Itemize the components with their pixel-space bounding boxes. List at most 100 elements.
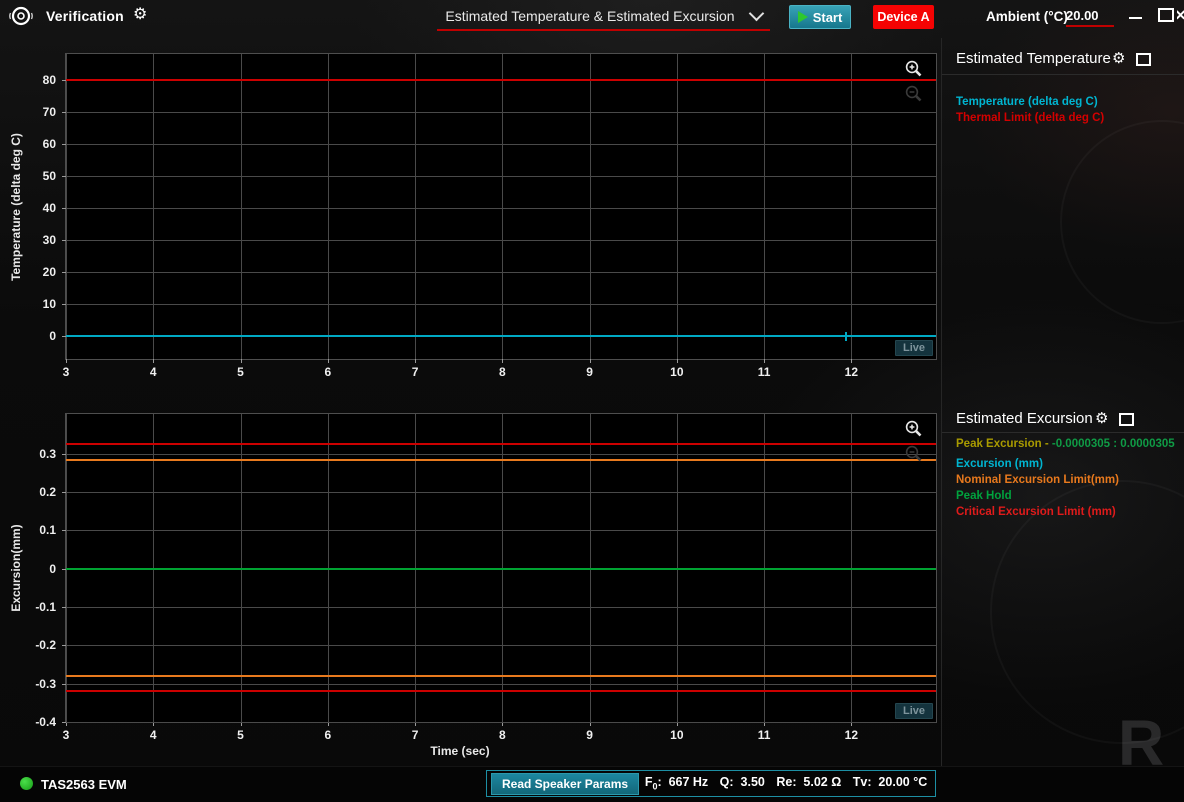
- y-tick-label: 40: [42, 201, 56, 216]
- gridline: [66, 492, 936, 494]
- y-tick-mark: [62, 530, 66, 532]
- series-line: [66, 443, 936, 446]
- minimize-button[interactable]: [1121, 0, 1149, 30]
- x-tick-label: 7: [411, 365, 419, 379]
- settings-gear-icon[interactable]: ⚙: [133, 7, 147, 23]
- legend-item-thermal-limit: Thermal Limit (delta deg C): [956, 112, 1105, 124]
- speaker-params: F0: 667 Hz Q: 3.50 Re: 5.02 Ω Tv: 20.00 °C: [639, 775, 933, 792]
- chevron-down-icon: [748, 5, 764, 22]
- start-button[interactable]: Start: [789, 5, 851, 29]
- gridline: [66, 683, 936, 685]
- x-tick-mark: [502, 359, 504, 363]
- y-tick-mark: [62, 240, 66, 242]
- excursion-panel-gear-icon[interactable]: ⚙: [1095, 411, 1108, 427]
- x-tick-mark: [851, 359, 853, 363]
- y-tick-label: 0.1: [39, 523, 56, 538]
- y-tick-label: 70: [42, 105, 56, 120]
- live-button[interactable]: Live: [894, 703, 933, 719]
- maximize-icon: [1158, 8, 1174, 22]
- live-button[interactable]: Live: [894, 340, 933, 356]
- close-button[interactable]: ✕: [1177, 0, 1184, 30]
- legend-item-temperature: Temperature (delta deg C): [956, 96, 1098, 108]
- x-tick-mark: [240, 359, 242, 363]
- y-tick-label: 30: [42, 233, 56, 248]
- zoom-out-icon[interactable]: [904, 444, 924, 464]
- x-tick-label: 7: [411, 728, 419, 742]
- x-tick-label: 5: [237, 728, 244, 742]
- zoom-out-icon[interactable]: [904, 84, 924, 104]
- device-a-button[interactable]: Device A: [873, 5, 934, 29]
- maximize-button[interactable]: [1153, 0, 1179, 30]
- x-tick-label: 10: [670, 365, 684, 379]
- y-tick-mark: [62, 208, 66, 210]
- gridline: [66, 144, 936, 146]
- x-tick-label: 3: [62, 728, 70, 742]
- series-line: [66, 689, 936, 692]
- x-tick-label: 5: [237, 365, 244, 379]
- param-readout: F0: 667 Hz: [644, 775, 709, 792]
- temperature-panel-popout-icon[interactable]: [1136, 53, 1151, 66]
- param-readout: Re: 5.02 Ω: [776, 775, 842, 790]
- y-tick-mark: [62, 176, 66, 178]
- status-bar: TAS2563 EVM Read Speaker Params F0: 667 …: [0, 766, 1184, 802]
- x-tick-label: 8: [498, 365, 506, 379]
- y-tick-label: -0.3: [35, 676, 56, 691]
- panel-divider: [941, 38, 942, 766]
- y-tick-label: -0.4: [35, 715, 56, 729]
- y-tick-mark: [62, 453, 66, 455]
- gridline: [66, 607, 936, 609]
- y-tick-mark: [62, 272, 66, 274]
- view-selector-label: Estimated Temperature & Estimated Excurs…: [445, 8, 735, 24]
- gridline: [327, 54, 329, 359]
- x-tick-label: 11: [757, 728, 771, 742]
- x-tick-label: 6: [324, 728, 332, 742]
- gridline: [589, 54, 591, 359]
- x-tick-mark: [66, 359, 67, 363]
- series-spike: [845, 331, 848, 341]
- zoom-in-icon[interactable]: [904, 59, 924, 79]
- x-tick-label: 10: [670, 728, 684, 742]
- ambient-input[interactable]: 20.00: [1066, 8, 1114, 27]
- peak-excursion-value: -0.0000305 : 0.0000305: [1051, 438, 1175, 450]
- x-tick-label: 12: [844, 365, 859, 379]
- y-tick-label: 60: [42, 137, 56, 152]
- temperature-plot-area[interactable]: 3 4 5 6 7 8 9 10 11 12 80 70 60 50 40 30 20 10 0 Live: [43, 53, 937, 379]
- peak-excursion-readout: Peak Excursion - -0.0000305 : 0.0000305: [956, 438, 1175, 450]
- temperature-panel-gear-icon[interactable]: ⚙: [1112, 51, 1125, 67]
- gridline: [415, 54, 417, 359]
- y-tick-mark: [62, 607, 66, 609]
- zoom-in-icon[interactable]: [904, 419, 924, 439]
- background-art-ring: [1060, 120, 1184, 324]
- excursion-panel-title: Estimated Excursion: [956, 410, 1093, 427]
- gridline: [66, 208, 936, 210]
- series-line: [66, 79, 936, 82]
- series-line: [66, 334, 936, 337]
- x-tick-label: 8: [498, 728, 506, 742]
- gridline: [66, 176, 936, 178]
- excursion-panel-popout-icon[interactable]: [1119, 413, 1134, 426]
- x-tick-label: 6: [324, 365, 332, 379]
- panel-separator: [942, 432, 1184, 433]
- gridline: [240, 54, 242, 359]
- gridline: [66, 54, 67, 359]
- y-tick-mark: [62, 683, 66, 685]
- start-button-label: Start: [812, 9, 843, 25]
- gridline: [502, 54, 504, 359]
- view-selector-dropdown[interactable]: Estimated Temperature & Estimated Excurs…: [437, 3, 770, 31]
- device-connected-status-icon: [20, 777, 33, 790]
- page-title: Verification: [46, 8, 124, 24]
- background-art-ring: [990, 480, 1184, 744]
- legend-item-nominal-limit: Nominal Excursion Limit(mm): [956, 474, 1119, 486]
- y-tick-label: 0: [49, 561, 56, 576]
- y-tick-mark: [62, 304, 66, 305]
- read-speaker-params-button[interactable]: Read Speaker Params: [491, 772, 640, 795]
- app-window: R Verification ⚙ Estimated Temperature &…: [0, 0, 1184, 802]
- excursion-plot-area[interactable]: 3 4 5 6 7 8 9 10 11 12 0.3 0.2 0.1 0 -0.1 -0.2 -0.3 -0.4 …: [35, 413, 937, 742]
- x-tick-mark: [153, 359, 155, 363]
- gridline: [66, 645, 936, 647]
- param-readout: Tv: 20.00 °C: [852, 775, 928, 790]
- param-readout: Q: 3.50: [719, 775, 765, 790]
- x-tick-label: 9: [586, 365, 593, 379]
- y-tick-label: 20: [42, 265, 56, 280]
- x-tick-label: 3: [62, 365, 70, 379]
